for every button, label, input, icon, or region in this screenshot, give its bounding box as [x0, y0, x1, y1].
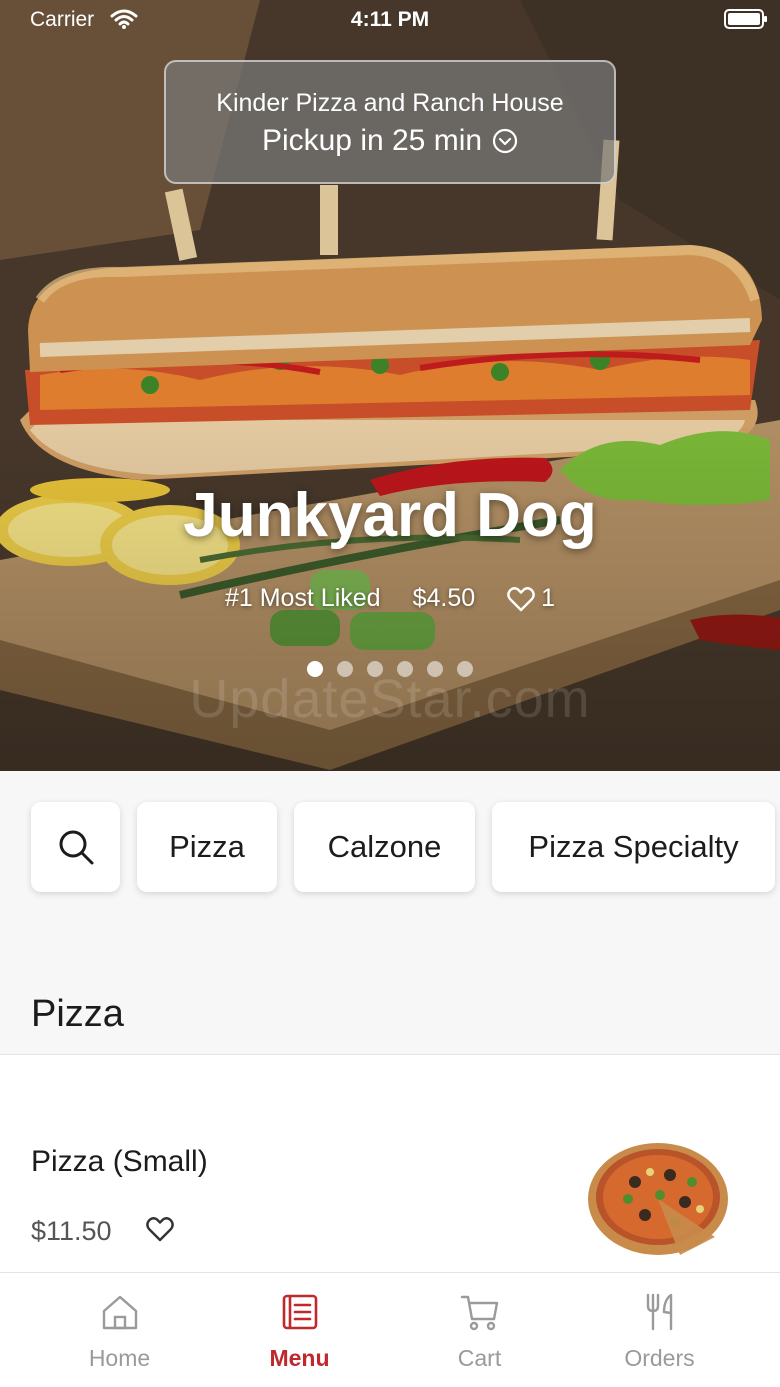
status-bar: Carrier 4:11 PM: [0, 0, 780, 40]
tab-menu-label: Menu: [269, 1345, 330, 1371]
battery-icon: [724, 9, 767, 29]
category-chip-pizza[interactable]: Pizza: [137, 802, 277, 892]
store-pickup-selector[interactable]: Kinder Pizza and Ranch House Pickup in 2…: [164, 60, 616, 184]
featured-item-meta: #1 Most Liked $4.50 1: [0, 584, 780, 613]
tab-home[interactable]: Home: [22, 1273, 217, 1387]
menu-item-price: $11.50: [31, 1216, 112, 1246]
featured-like-button[interactable]: 1: [507, 584, 555, 613]
store-name: Kinder Pizza and Ranch House: [216, 89, 564, 117]
menu-item-list: Pizza (Small) $11.50: [0, 1055, 780, 1272]
search-button[interactable]: [31, 802, 120, 892]
home-icon: [102, 1295, 138, 1330]
tab-home-label: Home: [88, 1345, 151, 1371]
carousel-page-indicator[interactable]: [0, 661, 780, 677]
heart-outline-icon: [507, 586, 535, 611]
featured-item-title: Junkyard Dog: [183, 481, 597, 550]
featured-like-count: 1: [541, 584, 556, 612]
heart-outline-icon[interactable]: [146, 1215, 174, 1243]
category-chip-pizza-specialty[interactable]: Pizza Specialty: [492, 802, 775, 892]
tab-cart[interactable]: Cart: [382, 1273, 577, 1387]
section-title: Pizza: [31, 993, 124, 1035]
carousel-dot[interactable]: [367, 661, 383, 677]
hero-banner[interactable]: Carrier 4:11 PM Kinder Pizza and Ranch H…: [0, 0, 780, 771]
category-chip-calzone[interactable]: Calzone: [294, 802, 475, 892]
category-chip-bar: Pizza Calzone Pizza Specialty: [0, 771, 780, 941]
cart-icon: [460, 1295, 499, 1331]
status-time: 4:11 PM: [350, 8, 430, 31]
watermark: UpdateStar.com: [189, 669, 591, 729]
tab-menu[interactable]: Menu: [202, 1273, 397, 1387]
menu-item-name: Pizza (Small): [31, 1145, 208, 1178]
pizza-image: [588, 1143, 728, 1255]
tab-orders-label: Orders: [624, 1345, 695, 1371]
carousel-dot[interactable]: [427, 661, 443, 677]
carousel-dot[interactable]: [307, 661, 323, 677]
menu-item[interactable]: Pizza (Small) $11.50: [0, 1055, 780, 1272]
pickup-time-row: Pickup in 25 min: [166, 124, 614, 158]
carousel-dot[interactable]: [397, 661, 413, 677]
carousel-dot[interactable]: [337, 661, 353, 677]
pickup-time: Pickup in 25 min: [261, 124, 483, 157]
menu-book-icon: [282, 1294, 318, 1330]
search-icon: [59, 830, 93, 865]
fork-knife-icon: [646, 1293, 673, 1331]
featured-rank: #1 Most Liked: [224, 584, 381, 612]
carousel-dot[interactable]: [457, 661, 473, 677]
tab-cart-label: Cart: [457, 1345, 502, 1371]
chevron-down-circle-icon: [492, 128, 518, 154]
tab-orders[interactable]: Orders: [562, 1273, 757, 1387]
bottom-tab-bar: Home Menu Cart Orders: [0, 1272, 780, 1387]
featured-price: $4.50: [412, 584, 476, 612]
